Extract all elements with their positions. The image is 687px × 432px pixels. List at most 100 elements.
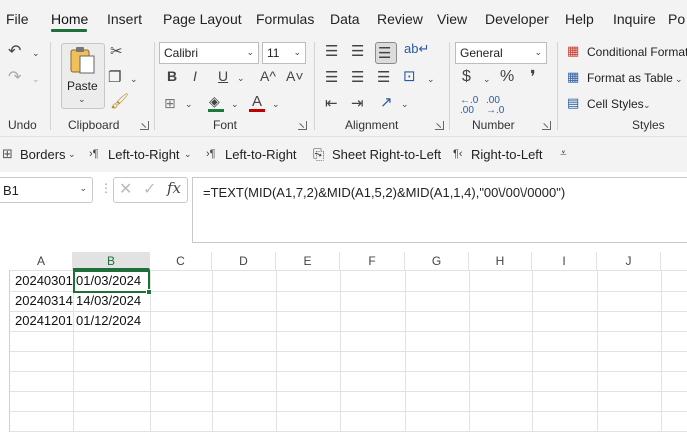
merge-center-icon[interactable]: ⊡ xyxy=(403,69,416,84)
column-header-f[interactable]: F xyxy=(340,252,405,270)
font-launcher-icon[interactable] xyxy=(298,121,307,130)
percent-button[interactable]: % xyxy=(500,69,514,85)
shrink-font-button[interactable]: A˅ xyxy=(286,69,304,83)
left-to-right-chevron-icon[interactable]: ⌄ xyxy=(184,149,192,160)
borders-button[interactable]: Borders xyxy=(20,147,66,162)
paste-dropdown-chevron-icon[interactable]: ⌄ xyxy=(78,94,86,105)
font-name-combobox[interactable]: Calibri ⌄ xyxy=(159,42,259,64)
gridline xyxy=(469,270,470,432)
cell-styles-button[interactable]: Cell Styles xyxy=(587,97,644,111)
orientation-dropdown-chevron-icon[interactable]: ⌄ xyxy=(401,99,409,110)
insert-function-button[interactable]: fx xyxy=(167,181,181,196)
cell-a3[interactable]: 20241201 xyxy=(15,311,73,331)
format-as-table-button[interactable]: Format as Table xyxy=(587,71,673,85)
currency-dropdown-chevron-icon[interactable]: ⌄ xyxy=(483,74,491,85)
more-options-icon[interactable]: ⋮ xyxy=(100,182,112,194)
cell-a2[interactable]: 20240314 xyxy=(15,291,73,311)
tab-home[interactable]: Home xyxy=(51,11,88,27)
increase-indent-icon[interactable]: ⇥ xyxy=(351,96,364,111)
column-header-h[interactable]: H xyxy=(469,252,532,270)
redo-icon[interactable]: ↷ xyxy=(8,70,21,86)
cell-styles-chevron-icon[interactable]: ⌄ xyxy=(643,100,651,111)
sheet-right-to-left-button[interactable]: Sheet Right-to-Left xyxy=(332,147,441,162)
tab-help[interactable]: Help xyxy=(565,11,594,27)
underline-button[interactable]: U xyxy=(218,69,228,83)
conditional-formatting-button[interactable]: Conditional Formatting xyxy=(587,45,687,59)
tab-insert[interactable]: Insert xyxy=(107,11,142,27)
currency-button[interactable]: $ xyxy=(462,69,471,85)
bold-button[interactable]: B xyxy=(167,69,177,83)
alignment-launcher-icon[interactable] xyxy=(435,121,444,130)
tab-view[interactable]: View xyxy=(437,11,467,27)
undo-dropdown-chevron-icon[interactable]: ⌄ xyxy=(32,48,40,59)
italic-button[interactable]: I xyxy=(193,69,197,83)
merge-dropdown-chevron-icon[interactable]: ⌄ xyxy=(427,74,435,85)
column-header-e[interactable]: E xyxy=(276,252,340,270)
clipboard-launcher-icon[interactable] xyxy=(140,121,149,130)
underline-dropdown-chevron-icon[interactable]: ⌄ xyxy=(237,73,245,84)
font-color-dropdown-chevron-icon[interactable]: ⌄ xyxy=(272,99,280,110)
fill-color-icon[interactable]: ◈ xyxy=(209,94,220,108)
formula-input[interactable]: =TEXT(MID(A1,7,2)&MID(A1,5,2)&MID(A1,1,4… xyxy=(192,177,687,243)
number-launcher-icon[interactable] xyxy=(542,121,551,130)
column-header-b[interactable]: B xyxy=(73,252,150,270)
tab-data[interactable]: Data xyxy=(330,11,360,27)
copy-icon[interactable]: ❐ xyxy=(108,70,121,85)
orientation-icon[interactable]: ↗ xyxy=(380,95,393,110)
cancel-icon[interactable]: ✕ xyxy=(119,182,132,198)
increase-decimal-icon[interactable]: ←.0.00 xyxy=(460,96,478,116)
grow-font-button[interactable]: A^ xyxy=(260,69,276,83)
worksheet-grid[interactable]: A B C D E F G H I J 20240301 01/03/2024 … xyxy=(0,252,687,432)
left-to-right-button-2[interactable]: Left-to-Right xyxy=(225,147,297,162)
cell-b3[interactable]: 01/12/2024 xyxy=(76,311,141,331)
customize-toolbar-icon[interactable]: ⩡ xyxy=(560,147,567,159)
comma-style-button[interactable]: ❜ xyxy=(530,68,536,86)
column-header-g[interactable]: G xyxy=(405,252,469,270)
font-color-icon[interactable]: A xyxy=(252,94,262,109)
tab-review[interactable]: Review xyxy=(377,11,423,27)
column-header-j[interactable]: J xyxy=(597,252,661,270)
align-top-icon[interactable]: ☰ xyxy=(325,44,338,59)
gridline xyxy=(276,270,277,432)
column-header-a[interactable]: A xyxy=(10,252,73,270)
cell-a1[interactable]: 20240301 xyxy=(15,271,73,291)
borders-icon[interactable]: ⊞ xyxy=(164,96,176,110)
wrap-text-icon[interactable]: ab↵ xyxy=(404,42,429,55)
right-to-left-button[interactable]: Right-to-Left xyxy=(471,147,543,162)
left-to-right-button[interactable]: Left-to-Right xyxy=(108,147,180,162)
quick-access-bar: ⊞ Borders ⌄ ›¶ Left-to-Right ⌄ ›¶ Left-t… xyxy=(0,136,687,172)
redo-dropdown-chevron-icon[interactable]: ⌄ xyxy=(32,74,40,85)
decrease-decimal-icon[interactable]: .00 →.0 xyxy=(486,96,504,116)
cell-b2[interactable]: 14/03/2024 xyxy=(76,291,141,311)
font-size-combobox[interactable]: 11 ⌄ xyxy=(262,42,306,64)
copy-dropdown-chevron-icon[interactable]: ⌄ xyxy=(130,74,138,85)
decrease-indent-icon[interactable]: ⇤ xyxy=(325,96,338,111)
tab-inquire[interactable]: Inquire xyxy=(613,11,656,27)
tab-developer[interactable]: Developer xyxy=(485,11,549,27)
row-header-strip[interactable] xyxy=(0,270,10,432)
tab-formulas[interactable]: Formulas xyxy=(256,11,314,27)
tab-file[interactable]: File xyxy=(6,11,29,27)
align-left-icon[interactable]: ☰ xyxy=(325,70,338,85)
font-name-value: Calibri xyxy=(164,46,199,60)
column-header-d[interactable]: D xyxy=(212,252,276,270)
tab-page-layout[interactable]: Page Layout xyxy=(163,11,242,27)
tab-power-pivot[interactable]: Po xyxy=(668,11,685,27)
cut-icon[interactable]: ✂ xyxy=(110,44,123,59)
format-as-table-chevron-icon[interactable]: ⌄ xyxy=(675,74,683,85)
left-to-right-icon: ›¶ xyxy=(89,148,99,160)
borders-chevron-icon[interactable]: ⌄ xyxy=(68,149,76,160)
align-middle-icon[interactable]: ☰ xyxy=(351,44,364,59)
fill-color-dropdown-chevron-icon[interactable]: ⌄ xyxy=(231,99,239,110)
number-format-combobox[interactable]: General ⌄ xyxy=(455,42,547,64)
column-header-c[interactable]: C xyxy=(150,252,212,270)
name-box[interactable]: B1 ⌄ xyxy=(0,177,93,203)
enter-icon[interactable]: ✓ xyxy=(143,182,156,198)
column-header-i[interactable]: I xyxy=(532,252,597,270)
undo-icon[interactable]: ↶ xyxy=(8,44,21,60)
align-right-icon[interactable]: ☰ xyxy=(377,70,390,85)
borders-dropdown-chevron-icon[interactable]: ⌄ xyxy=(185,99,193,110)
align-center-icon[interactable]: ☰ xyxy=(351,70,364,85)
format-painter-icon[interactable]: 🖌 xyxy=(110,94,129,109)
fill-handle[interactable] xyxy=(146,289,152,295)
